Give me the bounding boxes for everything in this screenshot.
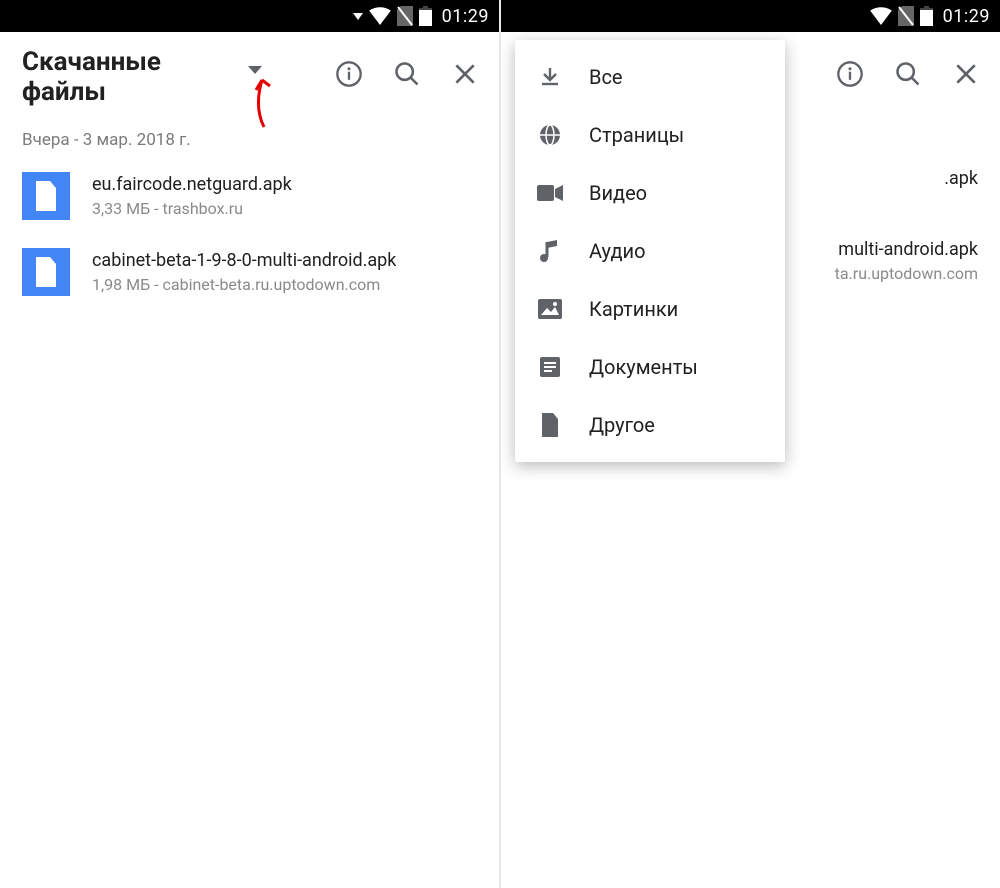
filter-menu-item-images[interactable]: Картинки [515, 280, 785, 338]
app-bar-actions [329, 54, 485, 94]
file-row[interactable]: cabinet-beta-1-9-8-0-multi-android.apk 1… [0, 234, 499, 310]
filter-menu-item-pages[interactable]: Страницы [515, 106, 785, 164]
status-bar: 01:29 [0, 0, 499, 32]
app-bar-actions [830, 54, 986, 94]
file-subtitle: 3,33 МБ - trashbox.ru [92, 199, 292, 218]
sim-off-icon [898, 6, 914, 26]
file-name-peek: .apk [800, 168, 978, 189]
file-meta: eu.faircode.netguard.apk 3,33 МБ - trash… [92, 174, 292, 218]
close-button[interactable] [445, 54, 485, 94]
date-section-label: Вчера - 3 мар. 2018 г. [0, 116, 499, 158]
close-icon [953, 61, 979, 87]
download-icon [537, 64, 563, 90]
filter-menu-label: Видео [589, 181, 647, 205]
file-icon [537, 412, 563, 438]
filter-menu-item-all[interactable]: Все [515, 48, 785, 106]
audio-icon [537, 238, 563, 264]
filter-menu-item-audio[interactable]: Аудио [515, 222, 785, 280]
file-subtitle-peek: ta.ru.uptodown.com [800, 264, 978, 283]
search-button[interactable] [387, 54, 427, 94]
filter-menu-item-video[interactable]: Видео [515, 164, 785, 222]
file-name-peek: multi-android.apk [800, 239, 978, 260]
wifi-icon [369, 7, 391, 25]
filter-menu-label: Картинки [589, 297, 678, 321]
filter-menu-label: Все [589, 65, 623, 89]
dropdown-small-icon [353, 11, 363, 21]
wifi-icon [870, 7, 892, 25]
filter-menu-item-other[interactable]: Другое [515, 396, 785, 454]
file-row[interactable]: eu.faircode.netguard.apk 3,33 МБ - trash… [0, 158, 499, 234]
file-thumbnail [22, 172, 70, 220]
file-name: cabinet-beta-1-9-8-0-multi-android.apk [92, 250, 396, 271]
filter-menu-label: Аудио [589, 239, 646, 263]
battery-icon [419, 6, 432, 26]
file-thumbnail [22, 248, 70, 296]
sim-off-icon [397, 6, 413, 26]
page-title: Скачанные файлы [22, 48, 242, 108]
info-icon [836, 60, 864, 88]
file-row-peek: multi-android.apk ta.ru.uptodown.com [800, 239, 978, 283]
close-icon [452, 61, 478, 87]
search-button[interactable] [888, 54, 928, 94]
status-clock: 01:29 [943, 6, 990, 27]
info-button[interactable] [830, 54, 870, 94]
filter-menu: Все Страницы Видео Аудио Картинки [515, 40, 785, 462]
file-list-peek: .apk multi-android.apk ta.ru.uptodown.co… [800, 168, 1000, 333]
image-icon [537, 296, 563, 322]
close-button[interactable] [946, 54, 986, 94]
filter-menu-label: Страницы [589, 123, 684, 147]
file-row-peek: .apk [800, 168, 978, 189]
file-meta: cabinet-beta-1-9-8-0-multi-android.apk 1… [92, 250, 396, 294]
file-subtitle: 1,98 МБ - cabinet-beta.ru.uptodown.com [92, 275, 396, 294]
info-button[interactable] [329, 54, 369, 94]
status-clock: 01:29 [442, 6, 489, 27]
filter-menu-item-documents[interactable]: Документы [515, 338, 785, 396]
search-icon [894, 60, 922, 88]
screen-right: 01:29 .apk multi-android.apk ta.ru.uptod… [501, 0, 1000, 888]
filter-menu-label: Другое [589, 413, 655, 437]
status-bar: 01:29 [501, 0, 1000, 32]
app-bar: Скачанные файлы [0, 32, 499, 116]
file-icon [34, 257, 58, 287]
filter-dropdown-caret[interactable] [248, 66, 262, 74]
globe-icon [537, 122, 563, 148]
file-name: eu.faircode.netguard.apk [92, 174, 292, 195]
document-icon [537, 354, 563, 380]
video-icon [537, 180, 563, 206]
battery-icon [920, 6, 933, 26]
file-icon [34, 181, 58, 211]
filter-menu-label: Документы [589, 355, 698, 379]
screen-left: 01:29 Скачанные файлы Вчера - 3 мар. 201… [0, 0, 499, 888]
search-icon [393, 60, 421, 88]
info-icon [335, 60, 363, 88]
